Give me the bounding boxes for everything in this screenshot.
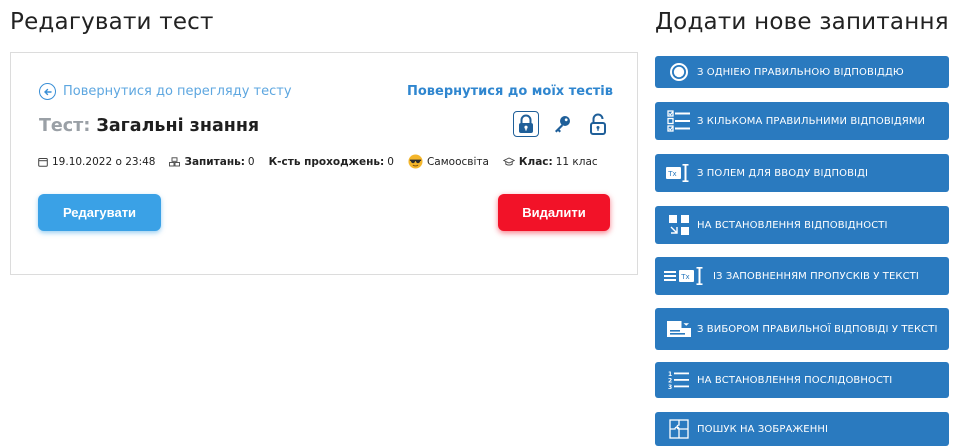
ordered-list-icon: 123 <box>661 370 697 390</box>
meta-mode-value: Самоосвіта <box>426 155 489 168</box>
meta-questions: Запитань: 0 <box>169 155 255 168</box>
test-name: Загальні знання <box>96 116 260 136</box>
meta-questions-label: Запитань: <box>184 155 245 168</box>
meta-questions-value: 0 <box>247 155 255 168</box>
add-question-text-input-button[interactable]: Tx З полем для вводу відповіді <box>655 154 949 192</box>
add-question-ordering-button[interactable]: 123 На встановлення послідовності <box>655 362 949 398</box>
question-type-label: З полем для вводу відповіді <box>697 167 869 179</box>
unlock-icon[interactable] <box>585 111 611 137</box>
back-link-label: Повернутися до перегляду тесту <box>63 84 292 99</box>
svg-text:Tx: Tx <box>680 273 689 281</box>
meta-passes-label: К-сть проходжень: <box>268 155 385 168</box>
add-question-matching-button[interactable]: На встановлення відповідності <box>655 206 949 244</box>
key-icon[interactable] <box>549 111 575 137</box>
text-input-icon: Tx <box>661 163 697 183</box>
add-question-single-choice-button[interactable]: З одніею правильною відповіддю <box>655 56 949 88</box>
test-card: Повернутися до перегляду тесту Повернути… <box>10 52 638 275</box>
question-type-label: Із заповненням пропусків у тексті <box>713 270 919 282</box>
question-type-label: На встановлення відповідності <box>697 219 888 231</box>
add-question-multiple-choice-button[interactable]: З кількома правильними відповідями <box>655 102 949 140</box>
question-type-label: Пошук на зображенні <box>697 423 828 435</box>
checklist-icon <box>661 110 697 132</box>
my-tests-link[interactable]: Повернутися до моїх тестів <box>407 84 613 99</box>
add-question-image-search-button[interactable]: Пошук на зображенні <box>655 412 949 446</box>
lock-icon[interactable] <box>513 111 539 137</box>
question-type-label: З кількома правильними відповідями <box>697 115 926 127</box>
matching-icon <box>661 214 697 236</box>
meta-date-value: 19.10.2022 о 23:48 <box>52 155 156 168</box>
question-type-label: З одніею правильною відповіддю <box>697 66 904 78</box>
meta-passes-value: 0 <box>387 155 394 168</box>
graduation-cap-icon <box>502 157 515 166</box>
test-meta: 19.10.2022 о 23:48 Запитань: 0 К-сть про… <box>38 154 612 169</box>
question-type-label: З вибором правильної відповіді у тексті <box>697 323 938 335</box>
edit-button[interactable]: Редагувати <box>38 194 161 231</box>
stack-icon <box>169 156 181 166</box>
add-question-fill-gaps-button[interactable]: Tx Із заповненням пропусків у тексті <box>655 257 949 295</box>
radio-icon <box>661 62 697 82</box>
puzzle-icon <box>661 419 697 439</box>
back-to-test-link[interactable]: Повернутися до перегляду тесту <box>39 83 292 100</box>
svg-text:Tx: Tx <box>667 170 676 178</box>
sidebar-title: Додати нове запитання <box>655 9 949 35</box>
calendar-icon <box>38 157 48 167</box>
test-label: Тест: <box>39 116 91 136</box>
delete-button[interactable]: Видалити <box>498 194 610 231</box>
arrow-left-icon <box>39 83 56 100</box>
fill-gaps-icon: Tx <box>661 266 713 286</box>
sunglasses-emoji-icon <box>408 154 423 169</box>
meta-class-label: Клас: <box>518 155 553 168</box>
question-type-label: На встановлення послідовності <box>697 374 893 386</box>
meta-mode: Самоосвіта <box>408 154 489 169</box>
test-title: Тест: Загальні знання <box>39 116 259 136</box>
page-title: Редагувати тест <box>10 9 214 35</box>
meta-passes: К-сть проходжень: 0 <box>269 156 394 168</box>
add-question-dropdown-text-button[interactable]: З вибором правильної відповіді у тексті <box>655 308 949 350</box>
dropdown-text-icon <box>661 318 697 340</box>
meta-date: 19.10.2022 о 23:48 <box>38 156 155 168</box>
svg-text:3: 3 <box>668 384 672 390</box>
meta-class-value: 11 клас <box>555 155 598 168</box>
meta-class: Клас: 11 клас <box>502 155 598 168</box>
access-icons <box>513 111 611 137</box>
